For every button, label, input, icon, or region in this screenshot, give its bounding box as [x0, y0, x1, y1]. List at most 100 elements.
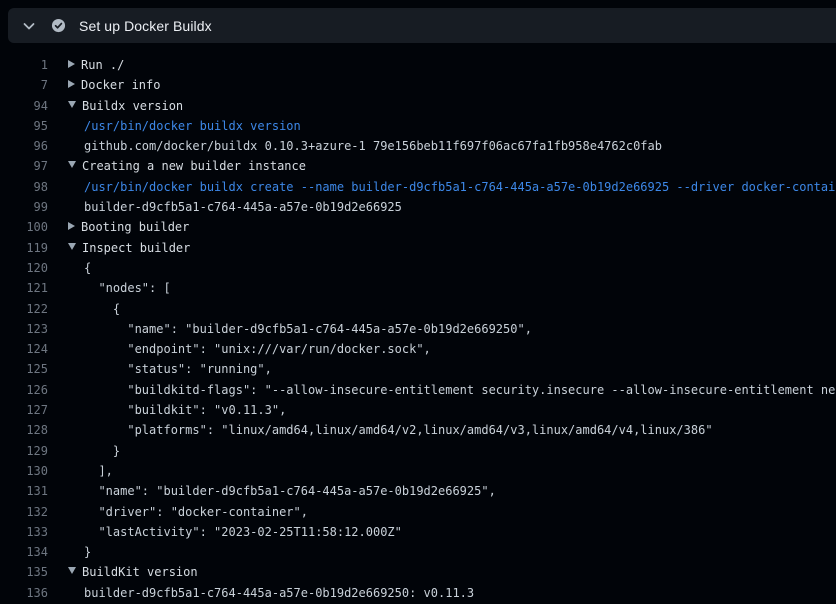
log-group-header-expanded[interactable]: Creating a new builder instance	[68, 156, 306, 176]
log-output-text: }	[68, 542, 91, 562]
line-number[interactable]: 129	[0, 441, 48, 461]
log-group-header-expanded[interactable]: BuildKit version	[68, 562, 198, 582]
log-output-text: }	[68, 441, 120, 461]
line-number[interactable]: 128	[0, 420, 48, 440]
log-group-title: Buildx version	[82, 99, 183, 113]
log-output-text: github.com/docker/buildx 0.10.3+azure-1 …	[68, 136, 662, 156]
log-output-text: "name": "builder-d9cfb5a1-c764-445a-a57e…	[68, 319, 532, 339]
log-line: 135 BuildKit version	[0, 562, 836, 582]
log-line: 96 github.com/docker/buildx 0.10.3+azure-…	[0, 136, 836, 156]
log-line: 95/usr/bin/docker buildx version	[0, 116, 836, 136]
line-number[interactable]: 132	[0, 502, 48, 522]
log-line: 125 "status": "running",	[0, 359, 836, 379]
triangle-right-icon	[68, 60, 75, 68]
log-line: 133 "lastActivity": "2023-02-25T11:58:12…	[0, 522, 836, 542]
log-line: 98/usr/bin/docker buildx create --name b…	[0, 177, 836, 197]
step-title: Set up Docker Buildx	[79, 18, 212, 34]
line-number[interactable]: 1	[0, 55, 48, 75]
log-line: 120 {	[0, 258, 836, 278]
log-output-text: {	[68, 299, 120, 319]
log-output-text: "status": "running",	[68, 359, 272, 379]
log-output-text: builder-d9cfb5a1-c764-445a-a57e-0b19d2e6…	[68, 197, 402, 217]
log-line: 130 ],	[0, 461, 836, 481]
log-line: 131 "name": "builder-d9cfb5a1-c764-445a-…	[0, 481, 836, 501]
log-group-title: Booting builder	[81, 220, 189, 234]
step-header[interactable]: Set up Docker Buildx	[8, 8, 836, 43]
line-number[interactable]: 131	[0, 481, 48, 501]
line-number[interactable]: 134	[0, 542, 48, 562]
log-group-title: Inspect builder	[82, 241, 190, 255]
line-number[interactable]: 94	[0, 96, 48, 116]
log-group-title: BuildKit version	[82, 565, 198, 579]
line-number[interactable]: 7	[0, 75, 48, 95]
log-group-header-expanded[interactable]: Inspect builder	[68, 238, 190, 258]
log-line: 136 builder-d9cfb5a1-c764-445a-a57e-0b19d…	[0, 583, 836, 603]
log-output-text: "endpoint": "unix:///var/run/docker.sock…	[68, 339, 431, 359]
triangle-right-icon	[68, 80, 75, 88]
line-number[interactable]: 124	[0, 339, 48, 359]
log-line: 124 "endpoint": "unix:///var/run/docker.…	[0, 339, 836, 359]
log-output-text: "name": "builder-d9cfb5a1-c764-445a-a57e…	[68, 481, 496, 501]
log-group-header-expanded[interactable]: Buildx version	[68, 96, 183, 116]
chevron-down-icon[interactable]	[18, 15, 40, 37]
log-line: 128 "platforms": "linux/amd64,linux/amd6…	[0, 420, 836, 440]
log-output-text: "platforms": "linux/amd64,linux/amd64/v2…	[68, 420, 713, 440]
log-output-text: "buildkitd-flags": "--allow-insecure-ent…	[68, 380, 836, 400]
line-number[interactable]: 121	[0, 278, 48, 298]
line-number[interactable]: 126	[0, 380, 48, 400]
log-output-text: "driver": "docker-container",	[68, 502, 308, 522]
log-line: 126 "buildkitd-flags": "--allow-insecure…	[0, 380, 836, 400]
log-line: 121 "nodes": [	[0, 278, 836, 298]
line-number[interactable]: 120	[0, 258, 48, 278]
log-line: 127 "buildkit": "v0.11.3",	[0, 400, 836, 420]
line-number[interactable]: 100	[0, 217, 48, 237]
line-number[interactable]: 135	[0, 562, 48, 582]
log-group-header-collapsed[interactable]: Run ./	[68, 55, 124, 75]
triangle-down-icon	[68, 567, 76, 574]
log-line: 1 Run ./	[0, 55, 836, 75]
log-output-text: "buildkit": "v0.11.3",	[68, 400, 286, 420]
line-number[interactable]: 125	[0, 359, 48, 379]
log-group-title: Creating a new builder instance	[82, 159, 306, 173]
log-area: 1 Run ./ 7 Docker info 94 Buildx version 95/us…	[0, 43, 836, 603]
log-line: 134}	[0, 542, 836, 562]
line-number[interactable]: 119	[0, 238, 48, 258]
line-number[interactable]: 96	[0, 136, 48, 156]
log-output-text: {	[68, 258, 91, 278]
line-number[interactable]: 99	[0, 197, 48, 217]
line-number[interactable]: 133	[0, 522, 48, 542]
line-number[interactable]: 130	[0, 461, 48, 481]
log-line: 132 "driver": "docker-container",	[0, 502, 836, 522]
line-number[interactable]: 136	[0, 583, 48, 603]
line-number[interactable]: 97	[0, 156, 48, 176]
log-command-text: /usr/bin/docker buildx version	[68, 116, 301, 136]
triangle-down-icon	[68, 161, 76, 168]
log-line: 99 builder-d9cfb5a1-c764-445a-a57e-0b19d2…	[0, 197, 836, 217]
log-line: 119 Inspect builder	[0, 238, 836, 258]
line-number[interactable]: 122	[0, 299, 48, 319]
log-line: 129 }	[0, 441, 836, 461]
log-group-header-collapsed[interactable]: Docker info	[68, 75, 160, 95]
line-number[interactable]: 127	[0, 400, 48, 420]
log-command-text: /usr/bin/docker buildx create --name bui…	[68, 177, 836, 197]
triangle-right-icon	[68, 222, 75, 230]
log-output-text: builder-d9cfb5a1-c764-445a-a57e-0b19d2e6…	[68, 583, 474, 603]
triangle-down-icon	[68, 243, 76, 250]
log-line: 122 {	[0, 299, 836, 319]
triangle-down-icon	[68, 101, 76, 108]
log-output-text: "nodes": [	[68, 278, 171, 298]
line-number[interactable]: 95	[0, 116, 48, 136]
log-output-text: ],	[68, 461, 113, 481]
line-number[interactable]: 123	[0, 319, 48, 339]
log-group-title: Docker info	[81, 78, 160, 92]
log-group-title: Run ./	[81, 58, 124, 72]
log-line: 7 Docker info	[0, 75, 836, 95]
check-circle-icon	[50, 18, 66, 34]
line-number[interactable]: 98	[0, 177, 48, 197]
log-line: 97 Creating a new builder instance	[0, 156, 836, 176]
log-line: 123 "name": "builder-d9cfb5a1-c764-445a-…	[0, 319, 836, 339]
log-output-text: "lastActivity": "2023-02-25T11:58:12.000…	[68, 522, 402, 542]
log-line: 94 Buildx version	[0, 96, 836, 116]
log-group-header-collapsed[interactable]: Booting builder	[68, 217, 189, 237]
log-line: 100 Booting builder	[0, 217, 836, 237]
